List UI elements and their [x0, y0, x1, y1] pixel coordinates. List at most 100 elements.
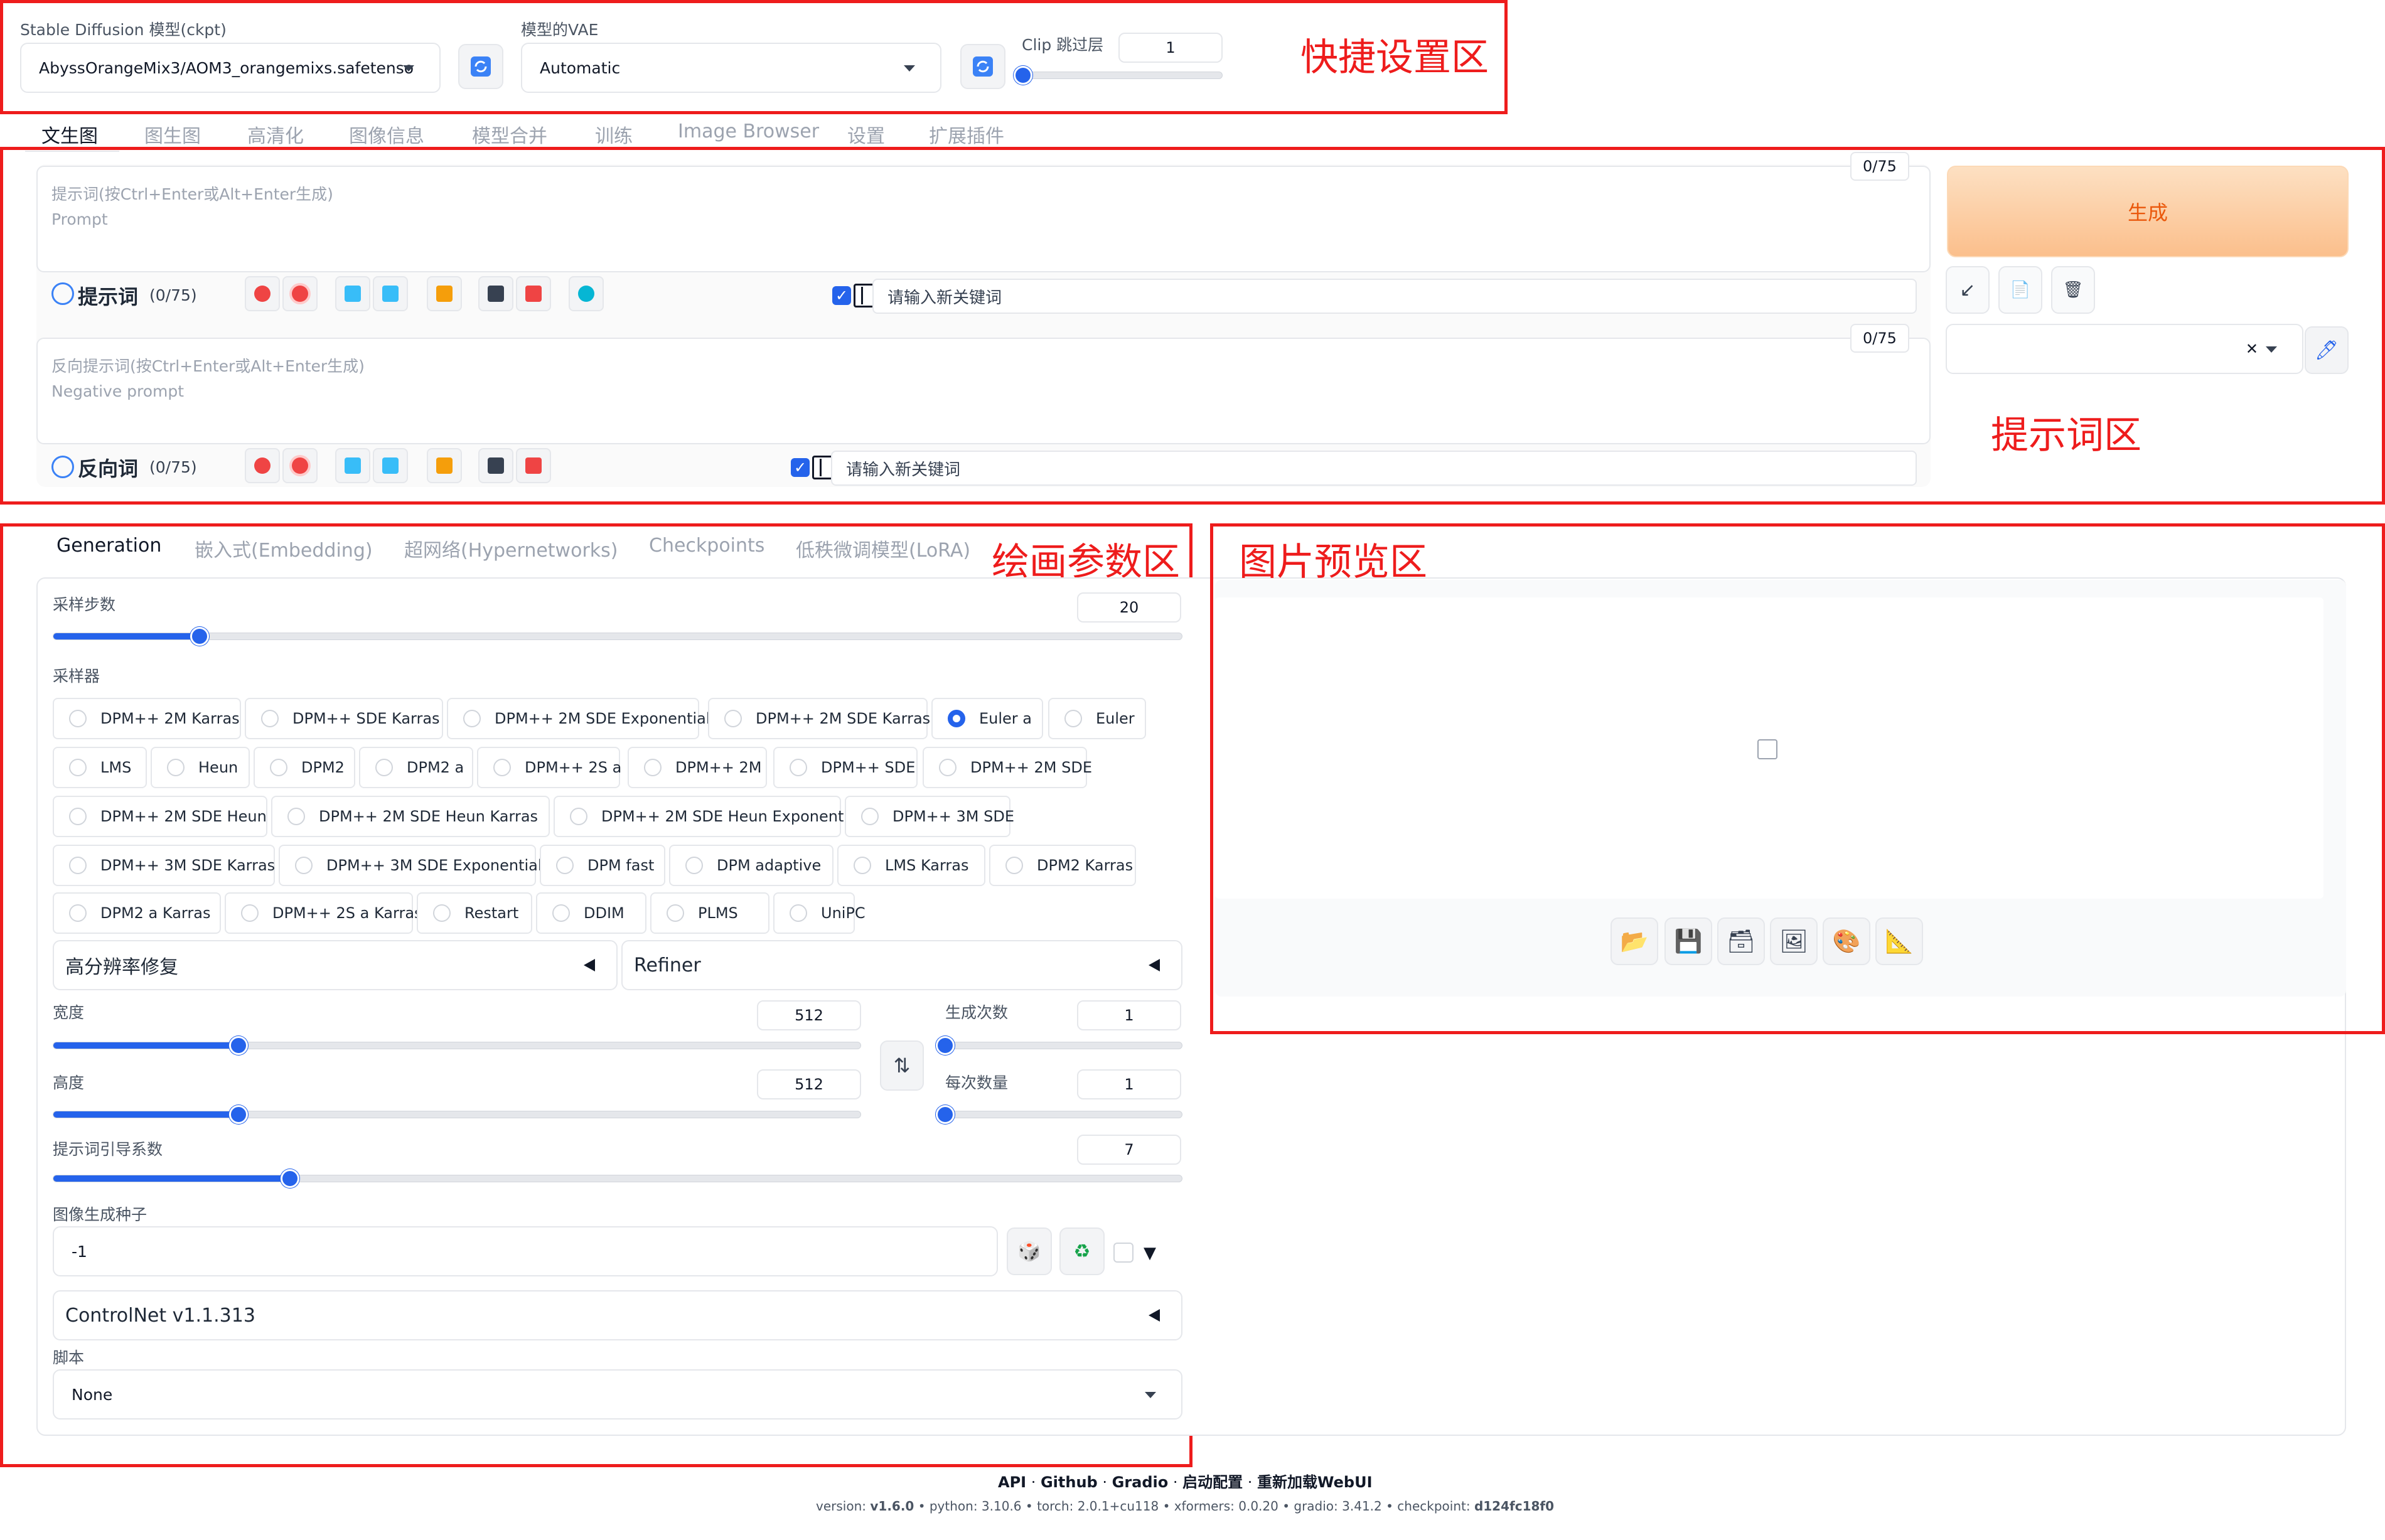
sampler-option[interactable]: DPM++ SDE Karras	[245, 698, 443, 739]
send-to-extras-icon[interactable]: 📐	[1875, 917, 1923, 965]
width-slider[interactable]	[53, 1042, 861, 1049]
text-icon[interactable]	[427, 276, 462, 311]
tab-main-6[interactable]: Image Browser	[678, 120, 819, 142]
batch-size-slider[interactable]	[945, 1111, 1182, 1118]
keyword-checkbox[interactable]: ✓	[791, 458, 810, 477]
sampler-option[interactable]: DPM++ 2M	[628, 747, 767, 788]
history-icon[interactable]	[335, 276, 370, 311]
refiner-accordion[interactable]: Refiner	[621, 940, 1182, 990]
openai-icon[interactable]	[569, 276, 604, 311]
sampler-option[interactable]: DPM2 a Karras	[53, 892, 221, 934]
prompt-keyword-input[interactable]: 请输入新关键词	[872, 279, 1917, 314]
sampler-option[interactable]: DPM++ 2S a Karras	[225, 892, 422, 934]
sampler-option[interactable]: DPM++ 2S a	[477, 747, 621, 788]
tab-param-4[interactable]: 低秩微调模型(LoRA)	[796, 535, 970, 562]
batch-size-input[interactable]: 1	[1077, 1069, 1181, 1099]
sampler-option[interactable]: DPM2 a	[359, 747, 473, 788]
copy-icon[interactable]	[478, 276, 513, 311]
cfg-input[interactable]: 7	[1077, 1135, 1181, 1165]
tab-param-3[interactable]: Checkpoints	[649, 535, 764, 557]
negative-keyword-input[interactable]: 请输入新关键词	[831, 451, 1917, 486]
tab-main-4[interactable]: 模型合并	[472, 120, 547, 148]
bookmark-icon[interactable]	[373, 276, 408, 311]
zip-icon[interactable]: 🗃	[1717, 917, 1765, 965]
send-to-inpaint-icon[interactable]: 🎨	[1823, 917, 1870, 965]
cfg-slider[interactable]	[53, 1175, 1182, 1182]
delete-icon[interactable]	[516, 276, 551, 311]
keyword-checkbox[interactable]: ✓	[832, 286, 851, 305]
sampler-option[interactable]: DPM2	[254, 747, 355, 788]
batch-count-input[interactable]: 1	[1077, 1000, 1181, 1030]
width-input[interactable]: 512	[757, 1000, 861, 1030]
settings-icon[interactable]	[282, 448, 318, 483]
clear-icon[interactable]: ✕	[2246, 340, 2258, 358]
negative-textarea[interactable]: 反向提示词(按Ctrl+Enter或Alt+Enter生成) Negative …	[36, 338, 1931, 444]
sampler-option[interactable]: Restart	[417, 892, 532, 934]
history-icon[interactable]	[335, 448, 370, 483]
translate-icon[interactable]	[245, 276, 280, 311]
text-icon[interactable]	[427, 448, 462, 483]
prompt-textarea[interactable]: 提示词(按Ctrl+Enter或Alt+Enter生成) Prompt	[36, 166, 1931, 272]
swap-dimensions-icon[interactable]: ⇅	[880, 1040, 924, 1091]
sampler-option[interactable]: Heun	[151, 747, 250, 788]
batch-count-slider[interactable]	[945, 1042, 1182, 1049]
controlnet-accordion[interactable]: ControlNet v1.1.313	[53, 1290, 1182, 1340]
sampler-option[interactable]: DPM++ SDE	[773, 747, 918, 788]
sampler-option[interactable]: DPM++ 2M SDE Karras	[708, 698, 930, 739]
sampler-option[interactable]: DPM++ 2M SDE Heun Exponential	[554, 796, 861, 837]
save-icon[interactable]: 💾	[1664, 917, 1712, 965]
edit-icon[interactable]: 🖊	[2305, 326, 2349, 374]
sampler-option[interactable]: DPM2 Karras	[989, 845, 1136, 886]
tab-main-3[interactable]: 图像信息	[349, 120, 424, 148]
height-input[interactable]: 512	[757, 1069, 861, 1099]
sampler-option[interactable]: DPM++ 2M SDE Heun	[53, 796, 267, 837]
seed-input[interactable]: -1	[53, 1226, 998, 1276]
bookmark-icon[interactable]	[373, 448, 408, 483]
tab-main-0[interactable]: 文生图	[41, 120, 98, 148]
generate-button[interactable]: 生成	[1947, 166, 2349, 257]
footer-link[interactable]: Gradio	[1112, 1473, 1169, 1491]
batch-count-slider-thumb[interactable]	[936, 1036, 955, 1055]
settings-icon[interactable]	[282, 276, 318, 311]
hires-fix-accordion[interactable]: 高分辨率修复	[53, 940, 618, 990]
send-to-img2img-icon[interactable]: 🖼	[1770, 917, 1818, 965]
translate-icon[interactable]	[245, 448, 280, 483]
delete-icon[interactable]	[516, 448, 551, 483]
recycle-icon[interactable]: ♻	[1059, 1227, 1105, 1275]
chevron-up-icon[interactable]	[51, 456, 74, 478]
tab-main-5[interactable]: 训练	[595, 120, 633, 148]
tab-param-0[interactable]: Generation	[56, 535, 161, 557]
trash-icon[interactable]: 🗑	[2051, 266, 2095, 314]
copy-icon[interactable]	[478, 448, 513, 483]
sampler-option[interactable]: LMS	[53, 747, 147, 788]
sampler-option[interactable]: DPM fast	[540, 845, 665, 886]
sampler-option[interactable]: DPM++ 2M SDE Exponential	[447, 698, 710, 739]
tab-main-7[interactable]: 设置	[847, 120, 885, 148]
footer-link[interactable]: 启动配置	[1182, 1473, 1243, 1491]
footer-link[interactable]: Github	[1041, 1473, 1098, 1491]
steps-slider[interactable]	[53, 633, 1182, 640]
sampler-option[interactable]: Euler	[1048, 698, 1146, 739]
tab-param-1[interactable]: 嵌入式(Embedding)	[195, 535, 373, 562]
tab-main-2[interactable]: 高清化	[247, 120, 304, 148]
sampler-option[interactable]: DPM++ 2M SDE Heun Karras	[271, 796, 550, 837]
arrow-down-left-icon[interactable]: ↙	[1946, 266, 1990, 314]
tab-main-8[interactable]: 扩展插件	[929, 120, 1004, 148]
tab-param-2[interactable]: 超网络(Hypernetworks)	[404, 535, 618, 562]
script-select[interactable]: None	[53, 1369, 1182, 1420]
sampler-option[interactable]: DPM++ 2M Karras	[53, 698, 241, 739]
footer-link[interactable]: API	[998, 1473, 1026, 1491]
height-slider[interactable]	[53, 1111, 861, 1118]
dice-icon[interactable]: 🎲	[1007, 1227, 1052, 1275]
style-select[interactable]: ✕	[1946, 324, 2303, 374]
sampler-option[interactable]: DPM++ 3M SDE Exponential	[279, 845, 542, 886]
sampler-option[interactable]: DPM++ 2M SDE	[923, 747, 1092, 788]
chevron-up-icon[interactable]	[51, 282, 74, 305]
tab-main-1[interactable]: 图生图	[144, 120, 201, 148]
sampler-option[interactable]: UniPC	[773, 892, 866, 934]
paste-icon[interactable]: 📄	[1998, 266, 2042, 314]
cfg-slider-thumb[interactable]	[281, 1169, 299, 1188]
sampler-option[interactable]: DPM adaptive	[669, 845, 833, 886]
steps-slider-thumb[interactable]	[190, 627, 209, 646]
triangle-down-icon[interactable]: ▼	[1144, 1244, 1156, 1263]
